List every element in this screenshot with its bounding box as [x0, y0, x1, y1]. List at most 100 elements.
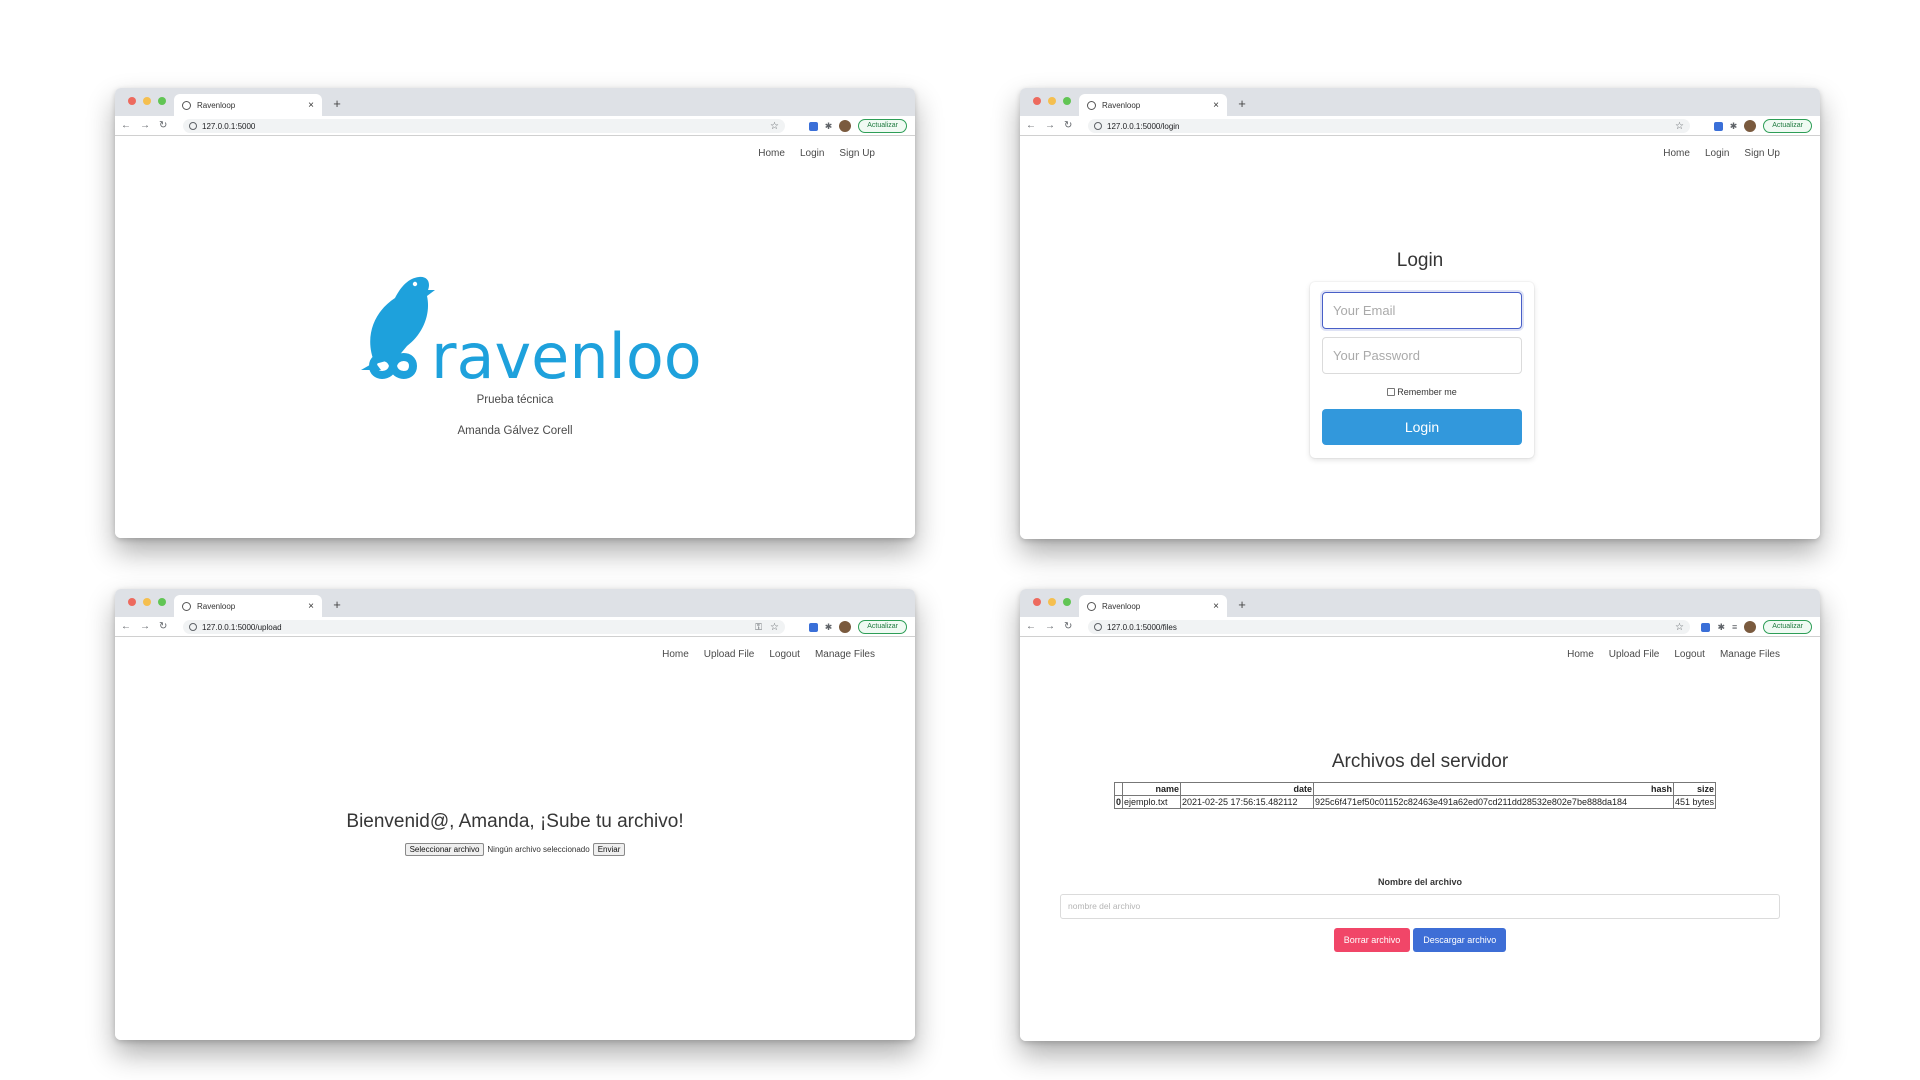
minimize-window-button[interactable] [143, 97, 151, 105]
minimize-window-button[interactable] [143, 598, 151, 606]
back-icon[interactable]: ← [1026, 120, 1036, 131]
extensions-puzzle-icon[interactable]: ✱ [1717, 622, 1725, 633]
bookmark-star-icon[interactable]: ☆ [770, 121, 779, 132]
site-info-icon[interactable] [189, 623, 197, 631]
nav-home-link[interactable]: Home [1567, 649, 1594, 660]
delete-file-button[interactable]: Borrar archivo [1333, 928, 1411, 952]
close-tab-icon[interactable]: × [308, 100, 314, 111]
extension-icon[interactable] [1701, 622, 1711, 632]
email-field[interactable]: Your Email [1322, 292, 1522, 329]
reload-icon[interactable]: ↻ [159, 621, 167, 632]
window-controls [128, 598, 166, 606]
tab-title: Ravenloop [1102, 100, 1141, 110]
update-button[interactable]: Actualizar [858, 119, 907, 133]
maximize-window-button[interactable] [1063, 97, 1071, 105]
new-tab-button[interactable]: + [1234, 597, 1250, 613]
address-bar[interactable]: 127.0.0.1:5000 ☆ [183, 119, 785, 133]
extension-icon[interactable] [808, 622, 818, 632]
remember-me-label: Remember me [1397, 387, 1457, 397]
back-icon[interactable]: ← [121, 621, 131, 632]
nav-login-link[interactable]: Login [800, 148, 824, 159]
bookmark-star-icon[interactable]: ☆ [1675, 622, 1684, 633]
minimize-window-button[interactable] [1048, 97, 1056, 105]
remember-me-checkbox[interactable] [1387, 388, 1396, 396]
nav-manage-files-link[interactable]: Manage Files [815, 649, 875, 660]
download-file-button[interactable]: Descargar archivo [1413, 928, 1507, 952]
browser-tab[interactable]: Ravenloop × [174, 595, 322, 617]
close-window-button[interactable] [1033, 97, 1041, 105]
minimize-window-button[interactable] [1048, 598, 1056, 606]
cell-hash: 925c6f471ef50c01152c82463e491a62ed07cd21… [1313, 795, 1675, 809]
site-info-icon[interactable] [1094, 122, 1102, 130]
close-tab-icon[interactable]: × [308, 601, 314, 612]
forward-icon[interactable]: → [1045, 621, 1055, 632]
update-button[interactable]: Actualizar [1763, 119, 1812, 133]
site-info-icon[interactable] [1094, 623, 1102, 631]
update-button[interactable]: Actualizar [858, 620, 907, 634]
nav-signup-link[interactable]: Sign Up [839, 148, 875, 159]
address-bar[interactable]: 127.0.0.1:5000/upload ⚿ ☆ [183, 620, 785, 634]
extensions-puzzle-icon[interactable]: ✱ [825, 121, 833, 132]
browser-tab[interactable]: Ravenloop × [1079, 595, 1227, 617]
nav-upload-link[interactable]: Upload File [704, 649, 755, 660]
password-field[interactable]: Your Password [1322, 337, 1522, 374]
extensions-puzzle-icon[interactable]: ✱ [1730, 121, 1738, 132]
back-icon[interactable]: ← [1026, 621, 1036, 632]
reload-icon[interactable]: ↻ [159, 120, 167, 131]
maximize-window-button[interactable] [158, 598, 166, 606]
browser-tab[interactable]: Ravenloop × [174, 94, 322, 116]
reload-icon[interactable]: ↻ [1064, 621, 1072, 632]
nav-logout-link[interactable]: Logout [769, 649, 800, 660]
maximize-window-button[interactable] [158, 97, 166, 105]
close-window-button[interactable] [128, 598, 136, 606]
close-window-button[interactable] [128, 97, 136, 105]
profile-avatar[interactable] [1744, 621, 1757, 633]
profile-avatar[interactable] [839, 120, 852, 132]
close-tab-icon[interactable]: × [1213, 601, 1219, 612]
navbar: Home Login Sign Up [1663, 148, 1780, 159]
nav-logout-link[interactable]: Logout [1674, 649, 1705, 660]
nav-signup-link[interactable]: Sign Up [1744, 148, 1780, 159]
nav-login-link[interactable]: Login [1705, 148, 1729, 159]
forward-icon[interactable]: → [140, 621, 150, 632]
choose-file-button[interactable]: Seleccionar archivo [404, 843, 485, 856]
nav-upload-link[interactable]: Upload File [1609, 649, 1660, 660]
extension-icon[interactable] [808, 121, 818, 131]
new-tab-button[interactable]: + [329, 96, 345, 112]
bookmark-star-icon[interactable]: ☆ [770, 622, 779, 633]
nav-home-link[interactable]: Home [1663, 148, 1690, 159]
upload-form: Seleccionar archivo Ningún archivo selec… [115, 843, 915, 856]
tab-strip: Ravenloop × + [115, 88, 915, 116]
favicon-icon [182, 601, 191, 611]
reading-list-icon[interactable]: ≡ [1732, 622, 1737, 632]
table-row[interactable]: 0 ejemplo.txt 2021-02-25 17:56:15.482112… [1113, 795, 1717, 809]
profile-avatar[interactable] [839, 621, 852, 633]
reload-icon[interactable]: ↻ [1064, 120, 1072, 131]
window-controls [1033, 598, 1071, 606]
address-bar[interactable]: 127.0.0.1:5000/files ☆ [1088, 620, 1690, 634]
bookmark-star-icon[interactable]: ☆ [1675, 121, 1684, 132]
maximize-window-button[interactable] [1063, 598, 1071, 606]
login-button[interactable]: Login [1322, 409, 1522, 445]
filename-input[interactable]: nombre del archivo [1060, 894, 1780, 919]
address-bar[interactable]: 127.0.0.1:5000/login ☆ [1088, 119, 1690, 133]
extensions-puzzle-icon[interactable]: ✱ [825, 622, 833, 633]
new-tab-button[interactable]: + [329, 597, 345, 613]
nav-home-link[interactable]: Home [662, 649, 689, 660]
site-info-icon[interactable] [189, 122, 197, 130]
extension-icon[interactable] [1713, 121, 1723, 131]
forward-icon[interactable]: → [140, 120, 150, 131]
close-tab-icon[interactable]: × [1213, 100, 1219, 111]
password-key-icon[interactable]: ⚿ [755, 622, 762, 633]
close-window-button[interactable] [1033, 598, 1041, 606]
nav-home-link[interactable]: Home [758, 148, 785, 159]
update-button[interactable]: Actualizar [1763, 620, 1812, 634]
browser-tab[interactable]: Ravenloop × [1079, 94, 1227, 116]
forward-icon[interactable]: → [1045, 120, 1055, 131]
new-tab-button[interactable]: + [1234, 96, 1250, 112]
submit-button[interactable]: Enviar [592, 843, 626, 856]
nav-manage-files-link[interactable]: Manage Files [1720, 649, 1780, 660]
page-content: Home Login Sign Up ravenloop Prueba [115, 136, 915, 538]
profile-avatar[interactable] [1744, 120, 1757, 132]
back-icon[interactable]: ← [121, 120, 131, 131]
